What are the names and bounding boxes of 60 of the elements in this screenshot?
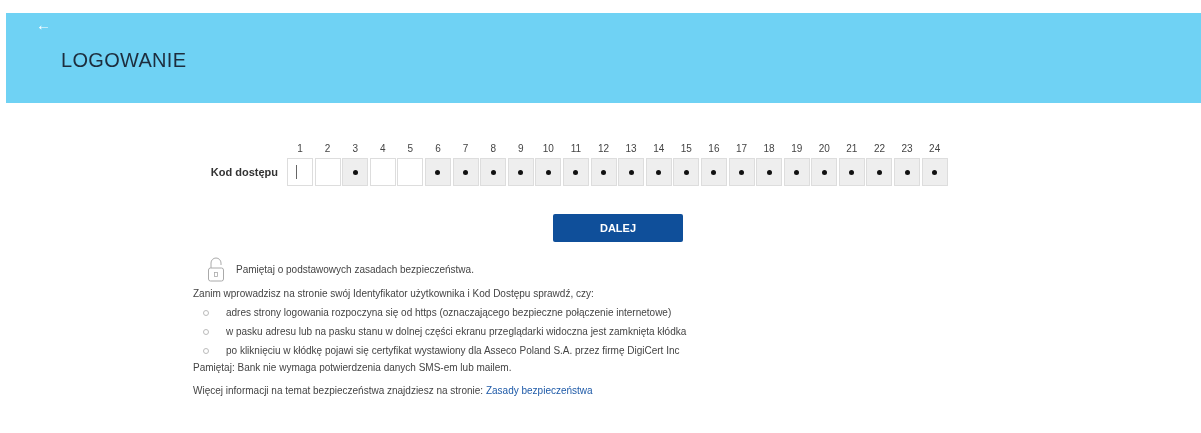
- position-number: 14: [653, 143, 665, 154]
- code-cell[interactable]: [728, 158, 755, 186]
- intro-text: Zanim wprowadzisz na stronie swój Identyfikator użytkownika i Kod Dostępu sprawdź, czy:: [193, 288, 595, 299]
- code-cell[interactable]: [700, 158, 727, 186]
- position-number: 22: [873, 143, 886, 154]
- code-cell[interactable]: [783, 158, 810, 186]
- reminder-text: Pamiętaj: Bank nie wymaga potwierdzenia danych SMS-em lub mailem.: [193, 362, 513, 373]
- position-number: 8: [490, 143, 496, 154]
- position-number: 17: [735, 143, 748, 154]
- position-number: 12: [597, 143, 610, 154]
- position-number: 1: [297, 143, 303, 154]
- position-number: 5: [407, 143, 414, 154]
- code-cell[interactable]: [756, 158, 783, 186]
- checklist-item: po kliknięciu w kłódkę pojawi się certyfikat wystawiony dla Asseco Poland S.A. przez firmę DigiCert Inc: [226, 345, 680, 356]
- code-cell[interactable]: [452, 158, 479, 186]
- code-cell[interactable]: [673, 158, 700, 186]
- position-number: 10: [542, 143, 554, 154]
- code-cell[interactable]: [369, 158, 396, 186]
- code-cell[interactable]: [562, 158, 589, 186]
- position-number: 3: [352, 143, 358, 154]
- position-number: 24: [929, 143, 941, 154]
- code-cell[interactable]: [645, 158, 672, 186]
- code-cell[interactable]: [866, 158, 893, 186]
- position-number: 16: [708, 143, 720, 154]
- checklist-item: w pasku adresu lub na pasku stanu w dolnej części ekranu przeglądarki widoczna jest zamknięta kłódka: [226, 326, 687, 337]
- code-cell[interactable]: [921, 158, 948, 186]
- position-number: 7: [462, 143, 469, 154]
- field-label: Kod dostępu: [209, 166, 278, 178]
- position-number: 6: [435, 143, 441, 154]
- position-number: 19: [791, 143, 803, 154]
- code-cell[interactable]: [397, 158, 424, 186]
- code-cell[interactable]: [480, 158, 507, 186]
- position-number: 4: [380, 143, 386, 154]
- security-rules-link[interactable]: Zasady bezpieczeństwa: [485, 385, 593, 396]
- code-cell[interactable]: [314, 158, 341, 186]
- code-cell[interactable]: [618, 158, 645, 186]
- code-cell[interactable]: [535, 158, 562, 186]
- code-cell[interactable]: [811, 158, 838, 186]
- position-number: 21: [846, 143, 858, 154]
- position-number: 2: [324, 143, 331, 154]
- position-number: 20: [818, 143, 830, 154]
- padlock-icon: [208, 256, 224, 282]
- next-button[interactable]: DALEJ: [553, 214, 683, 242]
- position-number: 11: [570, 143, 582, 154]
- position-number: 9: [517, 143, 524, 154]
- page-title: LOGOWANIE: [61, 49, 188, 72]
- checklist-item: adres strony logowania rozpoczyna się od https (oznaczającego bezpieczne połączenie internetowe): [226, 307, 672, 318]
- code-cell[interactable]: [590, 158, 617, 186]
- code-cell[interactable]: [507, 158, 534, 186]
- code-cell[interactable]: [838, 158, 865, 186]
- position-number: 23: [901, 143, 913, 154]
- position-number: 15: [680, 143, 692, 154]
- code-cell[interactable]: [894, 158, 921, 186]
- code-cell[interactable]: [342, 158, 369, 186]
- code-cell[interactable]: [287, 158, 313, 186]
- code-cell[interactable]: [424, 158, 451, 186]
- position-number: 13: [625, 143, 637, 154]
- position-number: 18: [763, 143, 775, 154]
- security-heading: Pamiętaj o podstawowych zasadach bezpieczeństwa.: [236, 263, 474, 275]
- more-info-text: Więcej informacji na temat bezpieczeństwa znajdziesz na stronie: Zasady bezpieczeństwa: [193, 385, 594, 396]
